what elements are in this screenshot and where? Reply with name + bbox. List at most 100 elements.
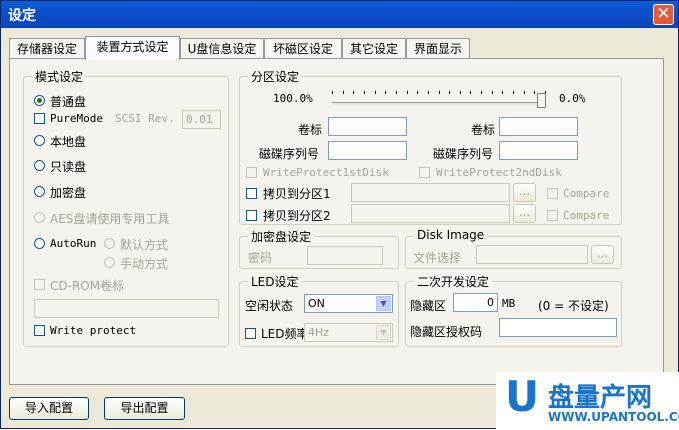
label-wp-2nd-disk: WriteProtect2ndDisk: [436, 166, 562, 179]
browse-button-disk-image[interactable]: ...: [591, 245, 614, 264]
tab-udisk-info[interactable]: U盘信息设定: [180, 38, 264, 58]
checkbox-compare-2[interactable]: [547, 210, 558, 221]
radio-manual-mode[interactable]: [104, 257, 115, 268]
export-config-button[interactable]: 导出配置: [104, 397, 185, 420]
led-frequency-value: 4Hz: [308, 326, 330, 339]
scsi-rev-input[interactable]: 0.01: [182, 110, 221, 129]
checkbox-write-protect[interactable]: [34, 325, 45, 336]
slider-tick: [502, 91, 503, 94]
password-input[interactable]: [307, 246, 383, 265]
tab-other[interactable]: 其它设定: [342, 38, 406, 58]
disk-image-path[interactable]: [476, 245, 588, 264]
label-compare-2: Compare: [563, 209, 610, 222]
label-hidden-area: 隐藏区: [410, 299, 447, 313]
cdrom-label-input[interactable]: [34, 299, 219, 318]
checkbox-led-frequency[interactable]: [245, 328, 256, 339]
label-local-disk: 本地盘: [50, 135, 87, 149]
slider-tick: [332, 91, 333, 94]
led-group-legend: LED设定: [248, 273, 302, 290]
led-frequency-select[interactable]: 4Hz ▼: [304, 323, 393, 342]
radio-normal-disk[interactable]: [34, 95, 45, 106]
slider-tick: [492, 91, 493, 94]
window-title: 设定: [8, 8, 36, 24]
checkbox-copy-partition-2[interactable]: [246, 210, 257, 221]
volume-label-input-2[interactable]: [499, 117, 578, 136]
slider-tick: [396, 91, 397, 94]
checkbox-copy-partition-1[interactable]: [246, 188, 257, 199]
mode-group-legend: 模式设定: [32, 68, 87, 85]
tab-device-mode[interactable]: 装置方式设定: [85, 36, 180, 60]
checkbox-puremode[interactable]: [34, 113, 45, 124]
checkbox-wp-1st-disk[interactable]: [246, 167, 257, 178]
watermark-logo: U 盘量产网 WWW.UPANTOOL.COM: [496, 372, 679, 430]
label-hidden-auth: 隐藏区授权码: [410, 325, 483, 339]
label-volume-2: 卷标: [471, 123, 496, 137]
browse-button-partition-1[interactable]: ...: [513, 183, 536, 202]
slider-tick: [460, 91, 461, 94]
disk-image-legend: Disk Image: [414, 228, 488, 242]
slider-tick: [417, 91, 418, 94]
slider-tick: [385, 91, 386, 94]
chevron-down-icon: ▼: [376, 325, 391, 340]
browse-button-partition-2[interactable]: ...: [513, 204, 536, 223]
radio-default-mode[interactable]: [104, 238, 115, 249]
radio-readonly-disk[interactable]: [34, 160, 45, 171]
dev-group-legend: 二次开发设定: [414, 273, 493, 290]
partition-group-legend: 分区设定: [248, 68, 303, 85]
label-idle-state: 空闲状态: [245, 299, 294, 313]
close-icon: ✕: [656, 4, 671, 24]
slider-tick: [343, 91, 344, 94]
label-serial-1: 磁碟序列号: [259, 147, 320, 161]
tab-bad-sector[interactable]: 坏磁区设定: [264, 38, 342, 58]
label-copy-partition-1: 拷贝到分区1: [263, 187, 331, 201]
label-cdrom: CD-ROM卷标: [50, 279, 125, 293]
label-normal-disk: 普通盘: [50, 95, 87, 109]
slider-thumb[interactable]: [537, 93, 546, 108]
label-aes-disk: AES盘请使用专用工具: [50, 212, 170, 226]
copy-partition-2-path[interactable]: [351, 204, 510, 223]
settings-window: 设定 ✕ 存储器设定 装置方式设定 U盘信息设定 坏磁区设定 其它设定 界面显示…: [0, 0, 679, 430]
encrypt-group-legend: 加密盘设定: [248, 228, 315, 245]
checkbox-compare-1[interactable]: [547, 188, 558, 199]
slider-tick: [534, 91, 535, 94]
checkbox-cdrom-label[interactable]: [34, 279, 45, 290]
serial-input-2[interactable]: [499, 141, 578, 160]
slider-tick: [513, 91, 514, 94]
slider-tick: [481, 91, 482, 94]
radio-autorun[interactable]: [34, 238, 45, 249]
slider-tick: [353, 91, 354, 94]
import-config-button[interactable]: 导入配置: [9, 397, 89, 420]
hidden-area-size-input[interactable]: 0: [453, 293, 498, 312]
close-button[interactable]: ✕: [653, 4, 674, 25]
title-bar[interactable]: 设定 ✕: [1, 1, 678, 28]
slider-tick: [364, 91, 365, 94]
partition-slider[interactable]: [332, 91, 548, 109]
label-file-select: 文件选择: [413, 251, 462, 265]
label-manual-mode: 手动方式: [120, 257, 169, 271]
radio-encrypted-disk[interactable]: [34, 186, 45, 197]
label-scsi-rev: SCSI Rev.: [115, 112, 175, 125]
chevron-down-icon: ▼: [376, 296, 391, 311]
label-copy-partition-2: 拷贝到分区2: [263, 209, 331, 223]
label-default-mode: 默认方式: [120, 238, 169, 252]
watermark-u-letter: U: [505, 372, 540, 421]
checkbox-wp-2nd-disk[interactable]: [419, 167, 430, 178]
label-autorun: AutoRun: [50, 237, 97, 250]
hidden-auth-input[interactable]: [499, 318, 617, 337]
label-wp-1st-disk: WriteProtect1stDisk: [263, 166, 389, 179]
idle-state-select[interactable]: ON ▼: [304, 294, 393, 313]
radio-local-disk[interactable]: [34, 135, 45, 146]
label-readonly-disk: 只读盘: [50, 160, 87, 174]
tab-ui-display[interactable]: 界面显示: [406, 38, 470, 58]
label-hidden-unit: MB: [502, 297, 516, 310]
serial-input-1[interactable]: [328, 141, 407, 160]
copy-partition-1-path[interactable]: [351, 183, 510, 202]
radio-aes-disk[interactable]: [34, 212, 45, 223]
partition-right-percent: 0.0%: [559, 92, 586, 105]
volume-label-input-1[interactable]: [328, 117, 407, 136]
label-serial-2: 磁碟序列号: [433, 147, 494, 161]
label-volume-1: 卷标: [298, 123, 323, 137]
slider-tick: [449, 91, 450, 94]
tab-storage[interactable]: 存储器设定: [9, 38, 85, 58]
label-compare-1: Compare: [563, 187, 610, 200]
